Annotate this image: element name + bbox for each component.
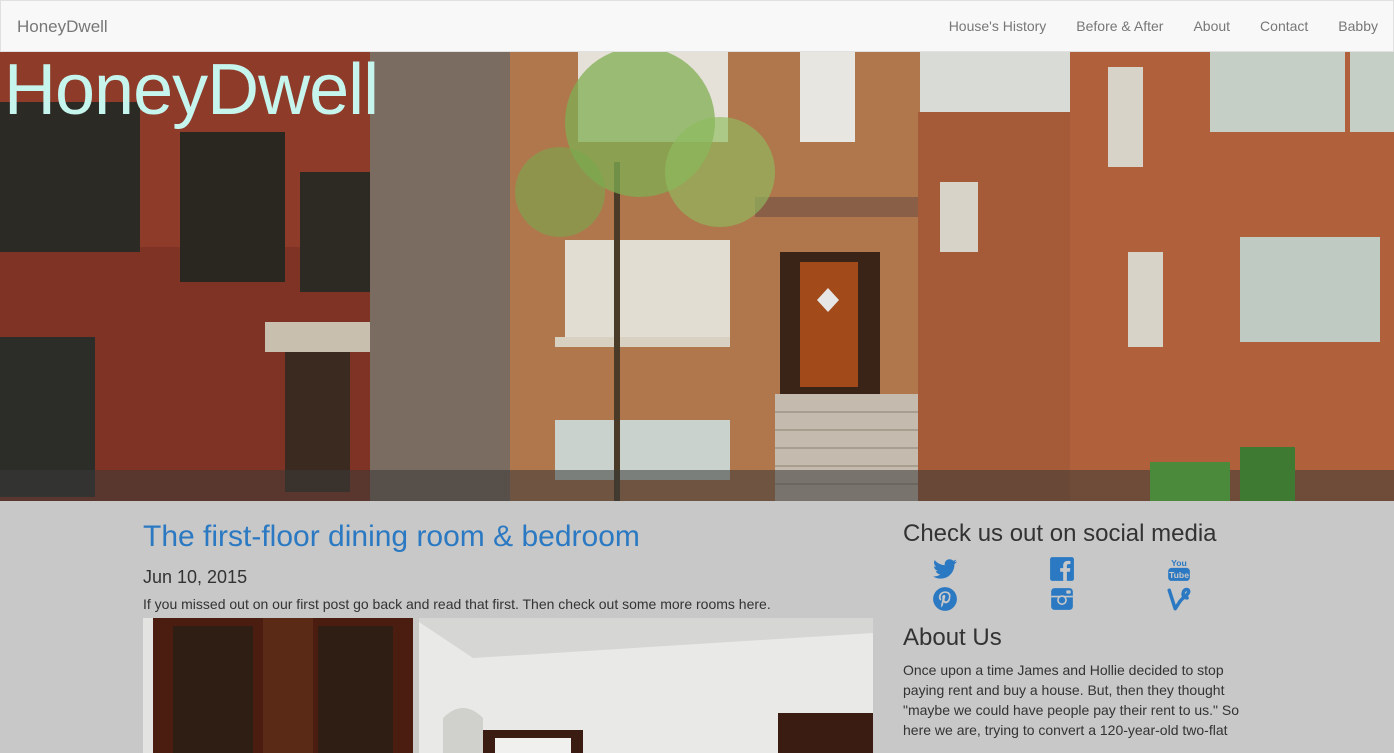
navbar-brand[interactable]: HoneyDwell [17, 17, 108, 37]
nav-link-babby[interactable]: Babby [1323, 1, 1393, 53]
instagram-icon[interactable] [1020, 586, 1137, 612]
nav-link-before-after[interactable]: Before & After [1061, 1, 1178, 53]
nav-link-about[interactable]: About [1178, 1, 1245, 53]
about-text: Once upon a time James and Hollie decide… [903, 662, 1240, 738]
social-icons: You Tube [903, 556, 1253, 612]
dining-room-photo [143, 618, 873, 753]
nav-links: House's History Before & After About Con… [934, 1, 1393, 53]
post-date: Jun 10, 2015 [143, 567, 248, 587]
facebook-icon[interactable] [1020, 556, 1137, 582]
youtube-icon[interactable]: You Tube [1137, 556, 1254, 582]
svg-text:Tube: Tube [1169, 570, 1189, 580]
nav-link-history[interactable]: House's History [934, 1, 1062, 53]
hero-banner: HoneyDwell [0, 52, 1394, 501]
blog-post: The first-floor dining room & bedroom Ju… [143, 520, 873, 753]
pinterest-icon[interactable] [903, 586, 1020, 612]
navbar: HoneyDwell House's History Before & Afte… [0, 0, 1394, 52]
vine-icon[interactable] [1137, 586, 1254, 612]
about-heading: About Us [903, 624, 1002, 651]
nav-link-contact[interactable]: Contact [1245, 1, 1323, 53]
hero-title: HoneyDwell [4, 52, 379, 130]
post-intro: If you missed out on our first post go b… [143, 596, 771, 612]
sidebar: Check us out on social media You Tube Abo… [903, 520, 1253, 740]
twitter-icon[interactable] [903, 556, 1020, 582]
post-title-link[interactable]: The first-floor dining room & bedroom [143, 520, 873, 553]
post-image [143, 618, 873, 753]
social-heading: Check us out on social media [903, 520, 1217, 547]
svg-text:You: You [1171, 558, 1187, 568]
